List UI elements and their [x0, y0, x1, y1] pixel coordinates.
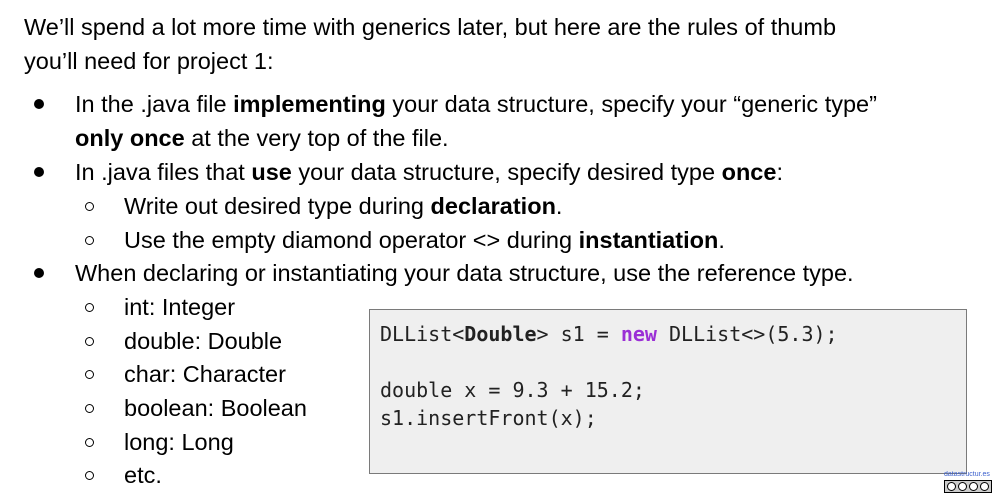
bullet-icon	[34, 167, 44, 177]
slide: We’ll spend a lot more time with generic…	[0, 0, 992, 493]
rule-2-sub-1: Write out desired type during declaratio…	[124, 189, 562, 223]
intro-line-2: you’ll need for project 1:	[24, 48, 274, 74]
code-line-3: s1.insertFront(x);	[380, 406, 597, 430]
sub-bullet-icon	[85, 236, 94, 245]
rule-1-text-end: at the very top of the file.	[184, 125, 449, 151]
type-mapping-item: long: Long	[124, 429, 234, 455]
rule-1-text: In the .java file	[75, 91, 234, 117]
creative-commons-icon	[944, 480, 992, 493]
sub-bullet-icon	[85, 471, 94, 480]
rule-2-line: In .java files that use your data struct…	[75, 155, 783, 189]
type-mapping-item: int: Integer	[124, 294, 236, 320]
rule-2-sub-1-text: Write out desired type during	[124, 193, 431, 219]
sub-bullet-icon	[85, 438, 94, 447]
intro-line-1: We’ll spend a lot more time with generic…	[24, 14, 837, 40]
rule-1-emphasis: implementing	[233, 91, 386, 117]
code-keyword: new	[620, 322, 657, 346]
code-line-2: double x = 9.3 + 15.2;	[380, 378, 645, 402]
sub-bullet-icon	[85, 202, 94, 211]
rule-1-emphasis-2: only once	[75, 125, 185, 151]
rule-2-sub-2-text: Use the empty diamond operator <> during	[124, 227, 579, 253]
rule-1-line-2: only once at the very top of the file.	[75, 121, 449, 155]
code-line-1: DLList<Double> s1 = new DLList<>(5.3);	[380, 320, 838, 348]
type-mapping-item: double: Double	[124, 328, 283, 354]
rule-2-text-cont: your data structure, specify desired typ…	[291, 159, 722, 185]
code-type-token: Double	[464, 322, 537, 346]
rule-2-sub-1-end: .	[555, 193, 563, 219]
rule-2-text: In .java files that	[75, 159, 252, 185]
code-example-box: DLList<Double> s1 = new DLList<>(5.3); d…	[369, 309, 967, 474]
rule-3-line: When declaring or instantiating your dat…	[75, 260, 854, 286]
rule-1-line-1: In the .java file implementing your data…	[75, 87, 877, 121]
rule-2-text-end: :	[776, 159, 783, 185]
sub-bullet-icon	[85, 404, 94, 413]
rule-2-sub-2-emphasis: instantiation	[578, 227, 719, 253]
sub-bullet-icon	[85, 337, 94, 346]
rule-2-emphasis: use	[251, 159, 292, 185]
sub-bullet-icon	[85, 303, 94, 312]
rule-2-sub-1-emphasis: declaration	[430, 193, 556, 219]
rule-1-text-cont: your data structure, specify your “gener…	[385, 91, 877, 117]
code-token: > s1 =	[536, 322, 621, 346]
bullet-icon	[34, 268, 44, 278]
type-mapping-item: boolean: Boolean	[124, 395, 307, 421]
rule-2-sub-2-end: .	[718, 227, 725, 253]
rule-2-emphasis-2: once	[721, 159, 777, 185]
code-token: DLList<>(5.3);	[656, 322, 838, 346]
sub-bullet-icon	[85, 370, 94, 379]
rule-2-sub-2: Use the empty diamond operator <> during…	[124, 223, 725, 257]
type-mapping-item: etc.	[124, 462, 162, 488]
type-mapping-item: char: Character	[124, 361, 286, 387]
code-token: DLList<	[380, 322, 465, 346]
bullet-icon	[34, 99, 44, 109]
